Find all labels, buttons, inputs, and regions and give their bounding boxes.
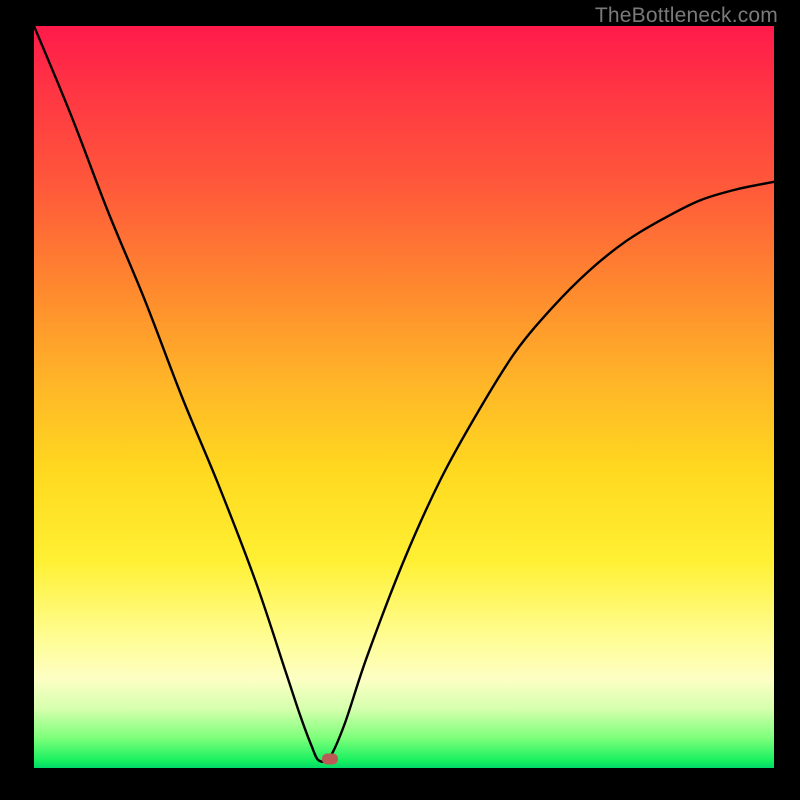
min-marker bbox=[322, 754, 338, 765]
plot-area bbox=[34, 26, 774, 768]
curve-path bbox=[34, 26, 774, 762]
bottleneck-curve bbox=[34, 26, 774, 768]
watermark-text: TheBottleneck.com bbox=[595, 4, 778, 28]
chart-frame: TheBottleneck.com bbox=[0, 0, 800, 800]
